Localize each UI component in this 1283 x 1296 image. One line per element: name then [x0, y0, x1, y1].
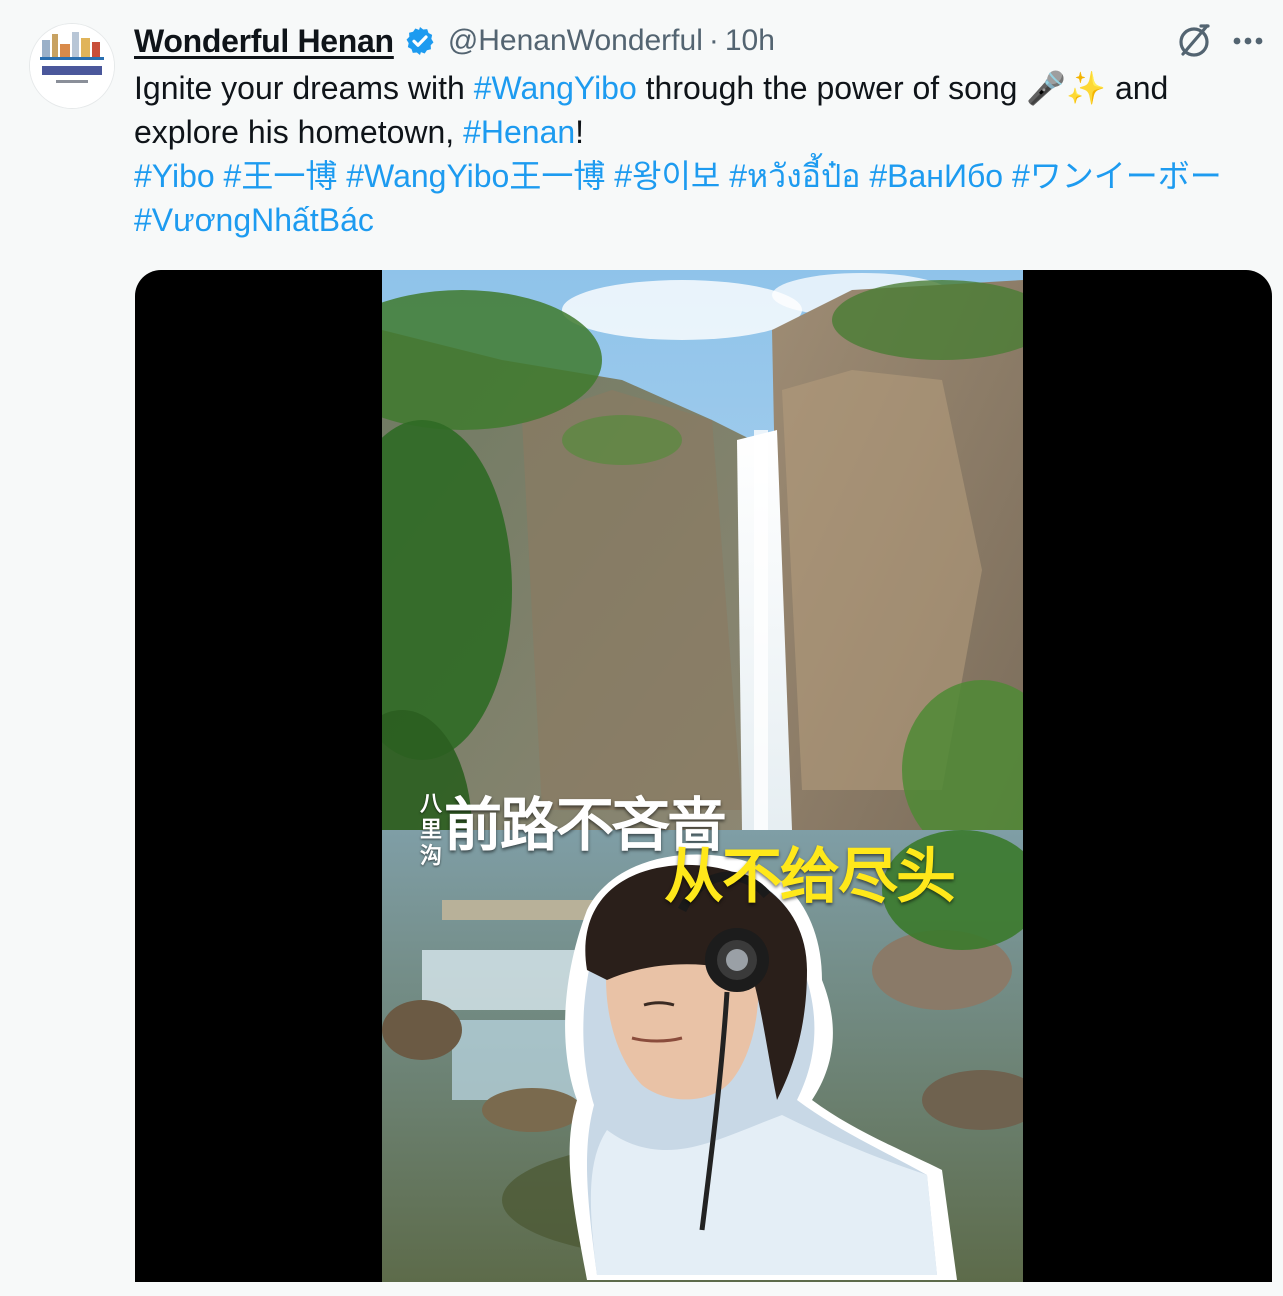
author-handle[interactable]: @HenanWonderful [448, 24, 703, 58]
hashtag-link[interactable]: #ワンイーボー [1012, 158, 1222, 194]
tweet-text: Ignite your dreams with #WangYibo throug… [134, 66, 1264, 242]
verified-badge-icon[interactable] [404, 25, 436, 57]
more-options-button[interactable] [1224, 18, 1272, 64]
tweet-text-part: Ignite your dreams with [134, 70, 474, 106]
hashtag-link[interactable]: #왕이보 [614, 158, 720, 194]
tweet-timestamp[interactable]: 10h [725, 24, 775, 58]
hashtag-link[interactable]: #VươngNhấtBác [134, 202, 374, 238]
video-frame[interactable]: 前路不吝啬 从不给尽头 八里沟 [382, 270, 1023, 1282]
more-dots-icon [1233, 37, 1263, 45]
hashtag-link[interactable]: #王一博 [224, 158, 338, 194]
grok-icon [1179, 24, 1210, 57]
author-display-name[interactable]: Wonderful Henan [134, 23, 394, 60]
hashtag-link[interactable]: #Yibo [134, 158, 215, 194]
hashtag-link[interactable]: #WangYibo王一博 [346, 158, 605, 194]
tweet-header: Wonderful Henan @HenanWonderful · 10h [134, 18, 775, 64]
tweet-text-part: ! [575, 114, 585, 150]
video-caption-lyric-highlight: 从不给尽头 [664, 842, 956, 912]
hashtag-link[interactable]: #WangYibo [474, 70, 637, 106]
grok-button[interactable] [1170, 18, 1218, 64]
microphone-sparkles-emoji: 🎤✨ [1026, 70, 1107, 106]
tweet-text-part: through the power of song [636, 70, 1027, 106]
hashtag-link[interactable]: #Henan [463, 114, 575, 150]
tweet[interactable]: Wonderful Henan @HenanWonderful · 10h Ig… [0, 0, 1283, 1296]
video-player[interactable]: 前路不吝啬 从不给尽头 八里沟 [135, 270, 1272, 1282]
author-avatar[interactable] [30, 24, 114, 108]
hashtag-link[interactable]: #ВанИбо [869, 158, 1003, 194]
waterfall-scene-image [382, 270, 1023, 1282]
header-separator: · [708, 24, 719, 57]
henan-daily-logo [30, 24, 114, 108]
video-location-label: 八里沟 [420, 792, 443, 869]
hashtag-link[interactable]: #หวังอี้ป๋อ [729, 158, 860, 194]
